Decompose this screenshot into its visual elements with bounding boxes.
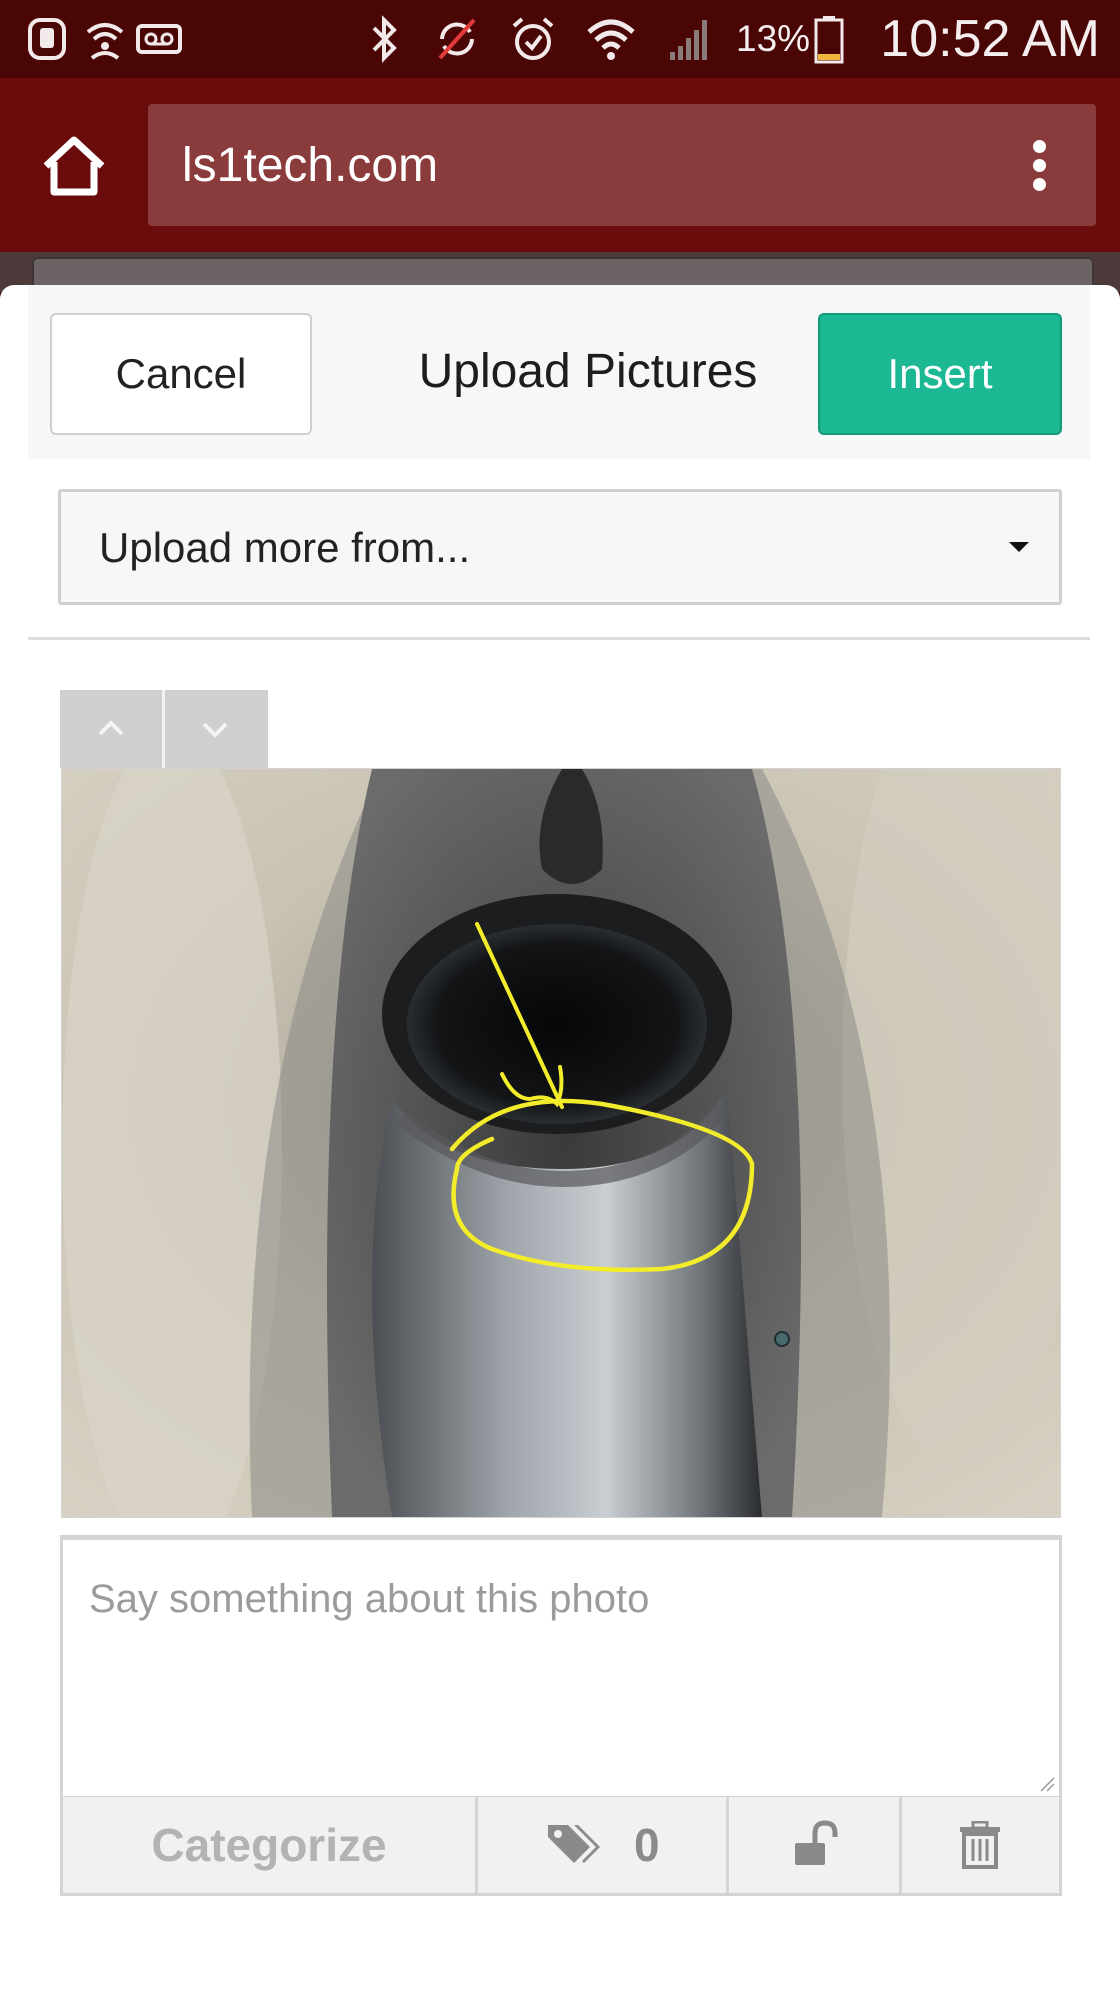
upload-more-label: Upload more from...	[99, 524, 471, 571]
cancel-button[interactable]: Cancel	[50, 313, 312, 435]
upload-source-section: Upload more from...	[28, 459, 1090, 640]
delete-photo-button[interactable]	[902, 1797, 1059, 1893]
chevron-down-icon	[202, 722, 228, 738]
upload-more-dropdown[interactable]: Upload more from...	[58, 489, 1062, 605]
photo-toolbar: Categorize 0	[60, 1797, 1062, 1896]
move-down-button[interactable]	[164, 690, 266, 768]
uploaded-photo	[61, 768, 1061, 1518]
chevron-up-icon	[98, 720, 124, 736]
usb-debug-icon	[28, 18, 66, 60]
unlock-icon	[795, 1820, 838, 1865]
browser-toolbar: ls1tech.com	[0, 78, 1120, 252]
upload-pictures-dialog: Cancel Upload Pictures Insert Upload mor…	[0, 285, 1120, 1991]
battery-icon	[814, 16, 844, 64]
sync-off-icon	[438, 18, 476, 60]
wifi-icon	[587, 19, 635, 60]
alarm-icon	[512, 17, 554, 60]
overflow-menu-icon[interactable]	[1032, 140, 1048, 192]
dropdown-caret-icon	[1009, 542, 1029, 552]
dialog-header: Cancel Upload Pictures Insert	[28, 285, 1090, 462]
battery-percent: 13%	[736, 18, 811, 59]
dialog-title: Upload Pictures	[418, 345, 758, 398]
clock: 10:52 AM	[880, 10, 1100, 68]
insert-button[interactable]: Insert	[818, 313, 1062, 435]
signal-icon	[670, 20, 707, 60]
tag-count: 0	[634, 1819, 660, 1871]
caption-placeholder: Say something about this photo	[89, 1577, 650, 1621]
url-text: ls1tech.com	[182, 139, 439, 192]
bluetooth-icon	[372, 15, 397, 63]
tag-icon	[548, 1825, 600, 1863]
home-icon[interactable]	[38, 132, 110, 198]
url-bar[interactable]: ls1tech.com	[148, 104, 1096, 226]
reorder-controls	[60, 690, 268, 768]
wifi-hotspot-icon	[86, 23, 124, 60]
trash-icon	[960, 1821, 1000, 1869]
photo-editor: Say something about this photo Categoriz…	[28, 640, 1090, 1991]
categorize-button[interactable]: Categorize	[63, 1797, 478, 1893]
privacy-toggle-button[interactable]	[729, 1797, 902, 1893]
tags-button[interactable]: 0	[478, 1797, 729, 1893]
status-bar: 13% 10:52 AM	[0, 0, 1120, 78]
voicemail-icon	[136, 24, 182, 54]
resize-handle-icon[interactable]	[1039, 1776, 1055, 1792]
photo-image	[62, 769, 1060, 1517]
photo-caption-field[interactable]: Say something about this photo	[60, 1535, 1062, 1799]
move-up-button[interactable]	[60, 690, 165, 768]
